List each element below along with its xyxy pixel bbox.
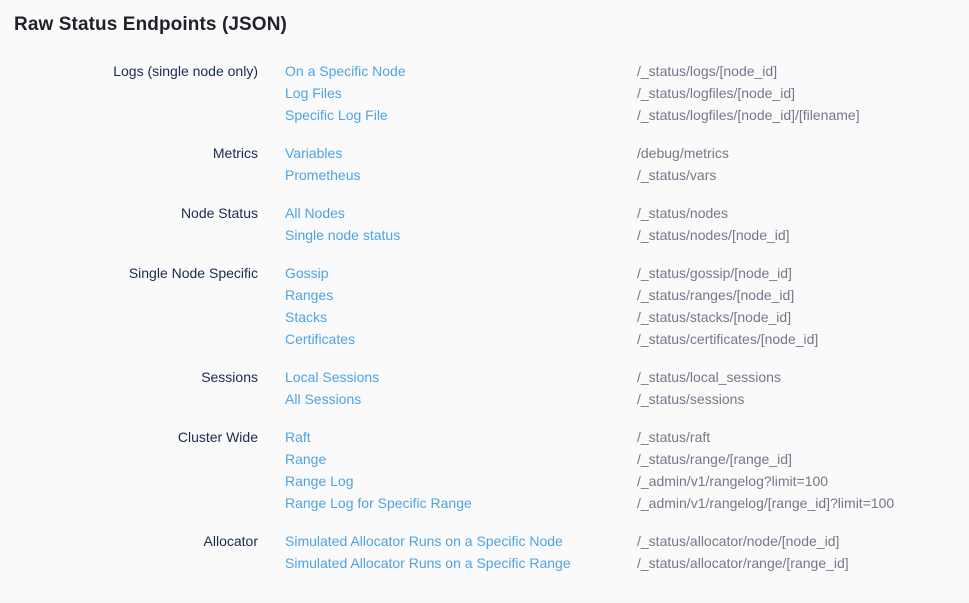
endpoint-section: MetricsVariablesPrometheus/debug/metrics… <box>0 142 969 186</box>
endpoint-link[interactable]: Local Sessions <box>285 366 379 388</box>
endpoint-path: /_status/vars <box>637 164 969 186</box>
endpoint-path: /_status/ranges/[node_id] <box>637 284 969 306</box>
endpoint-path: /_status/logfiles/[node_id]/[filename] <box>637 104 969 126</box>
endpoint-section: Cluster WideRaftRangeRange LogRange Log … <box>0 426 969 514</box>
endpoint-link[interactable]: Ranges <box>285 284 333 306</box>
endpoint-link[interactable]: Certificates <box>285 328 355 350</box>
section-label: Logs (single node only) <box>0 60 258 126</box>
endpoint-section: Node StatusAll NodesSingle node status/_… <box>0 202 969 246</box>
endpoint-link[interactable]: Simulated Allocator Runs on a Specific N… <box>285 530 563 552</box>
endpoint-links-column: Simulated Allocator Runs on a Specific N… <box>258 530 637 574</box>
endpoint-path: /_status/range/[range_id] <box>637 448 969 470</box>
endpoint-paths-column: /_status/gossip/[node_id]/_status/ranges… <box>637 262 969 350</box>
endpoint-path: /_status/raft <box>637 426 969 448</box>
endpoint-links-column: GossipRangesStacksCertificates <box>258 262 637 350</box>
endpoint-paths-column: /_status/local_sessions/_status/sessions <box>637 366 969 410</box>
endpoint-path: /_status/allocator/range/[range_id] <box>637 552 969 574</box>
endpoint-link[interactable]: Prometheus <box>285 164 360 186</box>
endpoint-link[interactable]: Range Log <box>285 470 354 492</box>
section-label: Allocator <box>0 530 258 574</box>
endpoint-links-column: RaftRangeRange LogRange Log for Specific… <box>258 426 637 514</box>
endpoint-link[interactable]: Single node status <box>285 224 400 246</box>
endpoint-link[interactable]: Gossip <box>285 262 329 284</box>
endpoint-path: /_admin/v1/rangelog/[range_id]?limit=100 <box>637 492 969 514</box>
endpoint-links-column: All NodesSingle node status <box>258 202 637 246</box>
endpoint-path: /_status/allocator/node/[node_id] <box>637 530 969 552</box>
endpoint-link[interactable]: Variables <box>285 142 342 164</box>
section-label: Single Node Specific <box>0 262 258 350</box>
endpoint-paths-column: /_status/raft/_status/range/[range_id]/_… <box>637 426 969 514</box>
endpoint-paths-column: /debug/metrics/_status/vars <box>637 142 969 186</box>
endpoint-path: /_status/nodes/[node_id] <box>637 224 969 246</box>
endpoint-path: /_status/logs/[node_id] <box>637 60 969 82</box>
endpoint-section: SessionsLocal SessionsAll Sessions/_stat… <box>0 366 969 410</box>
endpoint-links-column: Local SessionsAll Sessions <box>258 366 637 410</box>
endpoint-link[interactable]: Log Files <box>285 82 342 104</box>
endpoint-link[interactable]: All Sessions <box>285 388 361 410</box>
endpoint-paths-column: /_status/logs/[node_id]/_status/logfiles… <box>637 60 969 126</box>
section-label: Node Status <box>0 202 258 246</box>
endpoint-section: Allocator Simulated Allocator Runs on a S… <box>0 530 969 574</box>
endpoint-links-column: On a Specific NodeLog FilesSpecific Log … <box>258 60 637 126</box>
endpoint-link[interactable]: Simulated Allocator Runs on a Specific R… <box>285 552 571 574</box>
endpoint-path: /_admin/v1/rangelog?limit=100 <box>637 470 969 492</box>
endpoint-section: Single Node SpecificGossipRangesStacksCe… <box>0 262 969 350</box>
endpoint-path: /_status/gossip/[node_id] <box>637 262 969 284</box>
endpoint-paths-column: /_status/allocator/node/[node_id]/_statu… <box>637 530 969 574</box>
endpoint-section: Logs (single node only)On a Specific Nod… <box>0 60 969 126</box>
page-title: Raw Status Endpoints (JSON) <box>14 12 969 38</box>
endpoint-path: /_status/stacks/[node_id] <box>637 306 969 328</box>
endpoint-path: /_status/logfiles/[node_id] <box>637 82 969 104</box>
endpoint-path: /_status/sessions <box>637 388 969 410</box>
section-label: Metrics <box>0 142 258 186</box>
section-label: Sessions <box>0 366 258 410</box>
endpoint-link[interactable]: Range <box>285 448 326 470</box>
endpoint-path: /debug/metrics <box>637 142 969 164</box>
endpoint-sections: Logs (single node only)On a Specific Nod… <box>0 60 969 574</box>
endpoint-path: /_status/local_sessions <box>637 366 969 388</box>
endpoint-paths-column: /_status/nodes/_status/nodes/[node_id] <box>637 202 969 246</box>
endpoint-path: /_status/certificates/[node_id] <box>637 328 969 350</box>
endpoint-link[interactable]: Specific Log File <box>285 104 388 126</box>
endpoint-path: /_status/nodes <box>637 202 969 224</box>
endpoint-link[interactable]: Stacks <box>285 306 327 328</box>
endpoint-link[interactable]: On a Specific Node <box>285 60 406 82</box>
endpoint-link[interactable]: Range Log for Specific Range <box>285 492 472 514</box>
endpoint-links-column: VariablesPrometheus <box>258 142 637 186</box>
endpoint-link[interactable]: Raft <box>285 426 311 448</box>
endpoint-link[interactable]: All Nodes <box>285 202 345 224</box>
section-label: Cluster Wide <box>0 426 258 514</box>
